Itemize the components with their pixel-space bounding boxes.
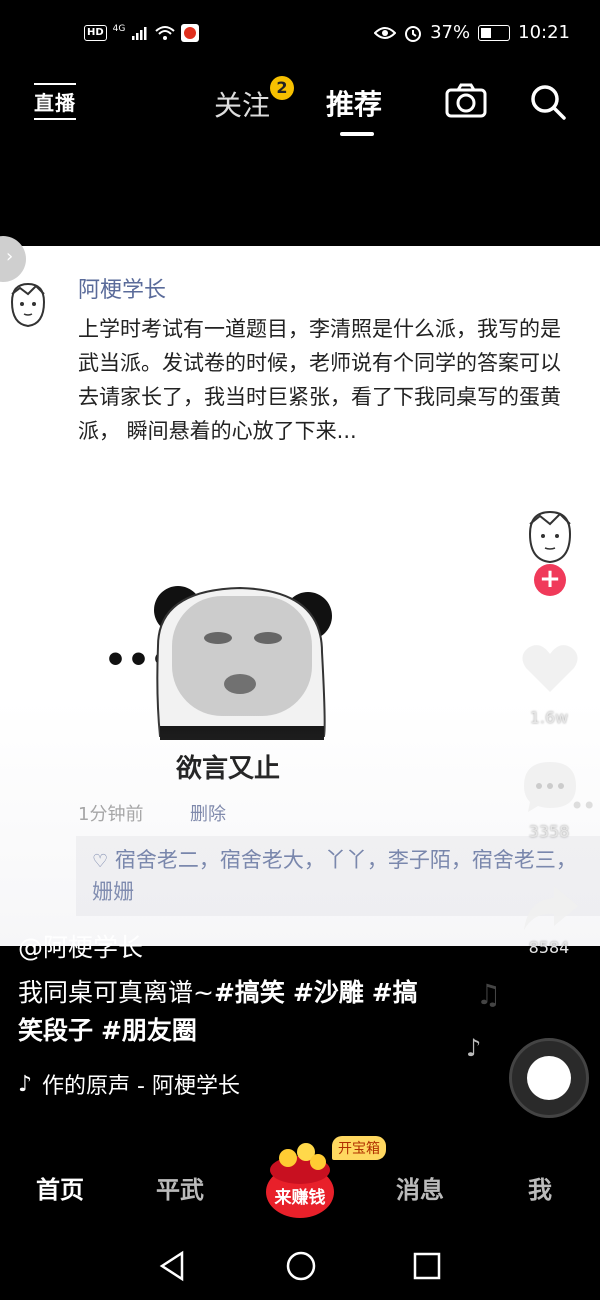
post-author[interactable]: 阿梗学长: [78, 272, 166, 304]
camera-icon[interactable]: [445, 83, 487, 119]
active-tab-indicator: [340, 132, 374, 136]
clock: 10:21: [518, 22, 570, 43]
post-text: 上学时考试有一道题目，李清照是什么派，我写的是武当派。发试卷的时候，老师说有个同…: [78, 317, 561, 443]
nav-me[interactable]: 我: [528, 1170, 552, 1205]
status-left: HD 4G: [84, 24, 200, 42]
more-dots-icon[interactable]: ••: [570, 792, 596, 820]
music-title: 作的原声 - 阿梗学长: [42, 1074, 240, 1099]
share-icon[interactable]: [520, 880, 580, 936]
post-timestamp: 1分钟前: [78, 804, 144, 825]
video-author-handle[interactable]: @阿梗学长: [18, 928, 143, 964]
nav-pingwu[interactable]: 平武: [156, 1170, 204, 1205]
hashtag[interactable]: #沙雕: [293, 978, 364, 1007]
hashtag[interactable]: #朋友圈: [101, 1016, 197, 1045]
battery-percent: 37%: [430, 22, 471, 43]
open-chest-badge[interactable]: 开宝箱: [332, 1136, 386, 1160]
tiktok-note-icon: ♪: [18, 1071, 33, 1097]
liked-by-names: 宿舍老二，宿舍老大，丫丫，李子陌，宿舍老三，姗姗: [92, 848, 577, 904]
recents-icon[interactable]: [413, 1250, 441, 1282]
music-row[interactable]: ♪ 作的原声 - 阿梗学长: [18, 1068, 240, 1100]
comment-count: 3358: [528, 822, 570, 841]
delete-button[interactable]: 删除: [190, 800, 226, 826]
alarm-icon: [405, 25, 422, 42]
search-icon[interactable]: [529, 83, 567, 121]
video-caption: 我同桌可真离谱~#搞笑 #沙雕 #搞笑段子 #朋友圈: [18, 974, 438, 1050]
battery-icon: [478, 24, 511, 41]
creator-avatar[interactable]: [524, 508, 576, 568]
home-icon[interactable]: [285, 1250, 317, 1282]
status-right: 37% 10:21: [374, 22, 570, 43]
earn-money-button[interactable]: [262, 1140, 338, 1220]
music-note-icon: ♪: [466, 1034, 482, 1062]
notification-app-icon: [181, 24, 200, 42]
caption-text: 我同桌可真离谱~: [18, 978, 214, 1007]
network-gen: 4G: [112, 24, 126, 34]
heart-icon[interactable]: [520, 640, 580, 696]
music-note-icon: ♫: [476, 978, 502, 1011]
liked-by-list[interactable]: ♡ 宿舍老二，宿舍老大，丫丫，李子陌，宿舍老三，姗姗: [92, 845, 592, 907]
chevron-right-icon: ›: [6, 246, 14, 267]
nav-home[interactable]: 首页: [36, 1170, 84, 1205]
wifi-icon: [155, 26, 176, 40]
tab-recommend[interactable]: 推荐: [326, 83, 382, 123]
signal-icon: [132, 27, 147, 40]
share-count: 8584: [528, 938, 570, 957]
live-button[interactable]: 直播: [34, 83, 76, 120]
follow-count-badge: 2: [270, 76, 294, 100]
heart-outline-icon: ♡: [92, 851, 109, 872]
hd-indicator: HD: [84, 25, 107, 41]
meme-caption: 欲言又止: [176, 754, 281, 784]
eye-icon: [374, 26, 397, 39]
music-disc-avatar: [527, 1056, 571, 1100]
earn-money-label: 来赚钱: [274, 1188, 326, 1208]
nav-messages[interactable]: 消息: [396, 1170, 444, 1205]
avatar[interactable]: [6, 280, 50, 332]
follow-button[interactable]: +: [534, 564, 566, 596]
back-icon[interactable]: [158, 1250, 186, 1282]
hashtag[interactable]: #搞笑: [214, 978, 285, 1007]
like-count: 1.6w: [529, 708, 569, 727]
tab-follow[interactable]: 关注: [214, 84, 270, 124]
